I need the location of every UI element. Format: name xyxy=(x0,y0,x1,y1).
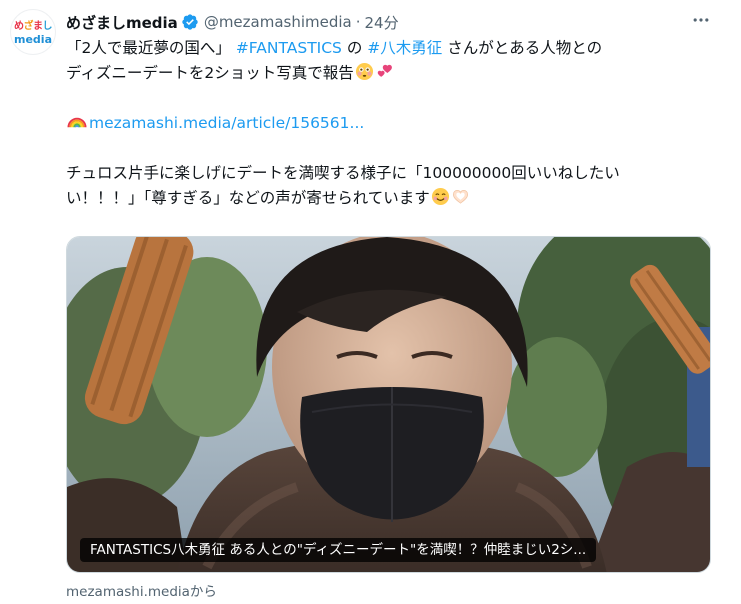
text-segment: ディズニーデートを2ショット写真で報告 xyxy=(66,64,354,82)
tweet-line-1: 「2人で最近夢の国へ」 #FANTASTICS の #八木勇征 さんがとある人物… xyxy=(66,36,726,61)
tweet-card[interactable]: めざまし media めざましmedia @mezamashimedia · 2… xyxy=(0,0,741,604)
more-dots-glyph xyxy=(693,18,709,22)
card-caption: FANTASTICS八木勇征 ある人との"ディズニーデート"を満喫！？仲睦まじい… xyxy=(80,538,597,562)
hashtag-yagi[interactable]: #八木勇征 xyxy=(367,39,442,57)
display-name[interactable]: めざましmedia xyxy=(66,12,178,33)
tweet-line-2: ディズニーデートを2ショット写真で報告 xyxy=(66,61,726,86)
timestamp[interactable]: 24分 xyxy=(365,12,399,33)
text-segment: 「2人で最近夢の国へ」 xyxy=(66,39,231,57)
separator-dot: · xyxy=(355,13,361,31)
verified-badge-icon xyxy=(182,14,198,30)
text-segment: さんがとある人物との xyxy=(447,39,603,57)
tweet-header: めざましmedia @mezamashimedia · 24分 xyxy=(66,11,399,33)
preview-photo xyxy=(67,237,710,572)
avatar-logo-char: ざ xyxy=(23,21,34,32)
smiling-face-emoji xyxy=(431,187,449,206)
flushed-face-emoji xyxy=(355,62,373,81)
handle[interactable]: @mezamashimedia xyxy=(204,13,352,31)
rainbow-emoji xyxy=(67,117,87,128)
heart-hands-emoji xyxy=(452,189,468,204)
two-hearts-emoji xyxy=(377,64,392,77)
article-link[interactable]: mezamashi.media/article/156561... xyxy=(89,114,364,132)
text-segment: の xyxy=(346,39,363,57)
avatar-logo-bottom: media xyxy=(14,33,52,46)
avatar-logo-top: めざまし xyxy=(11,22,55,32)
avatar-logo-char: し xyxy=(42,21,53,32)
tweet-line-5: い！！！」「尊すぎる」などの声が寄せられています xyxy=(66,186,726,211)
hashtag-fantastics[interactable]: #FANTASTICS xyxy=(236,39,342,57)
link-preview-card[interactable]: FANTASTICS八木勇征 ある人との"ディズニーデート"を満喫！？仲睦まじい… xyxy=(66,236,711,573)
text-segment: チュロス片手に楽しげにデートを満喫する様子に「100000000回いいねしたい xyxy=(66,164,620,182)
tweet-line-4: チュロス片手に楽しげにデートを満喫する様子に「100000000回いいねしたい xyxy=(66,161,726,186)
tweet-text: 「2人で最近夢の国へ」 #FANTASTICS の #八木勇征 さんがとある人物… xyxy=(66,36,726,211)
card-source-domain[interactable]: mezamashi.mediaから xyxy=(66,580,217,600)
text-segment: い！！！」「尊すぎる」などの声が寄せられています xyxy=(66,189,430,207)
avatar[interactable]: めざまし media xyxy=(10,9,56,55)
avatar-logo-char: め xyxy=(14,21,24,32)
tweet-line-link: mezamashi.media/article/156561... xyxy=(66,111,726,136)
avatar-logo-char: ま xyxy=(33,21,43,32)
more-options-icon[interactable] xyxy=(689,10,713,30)
